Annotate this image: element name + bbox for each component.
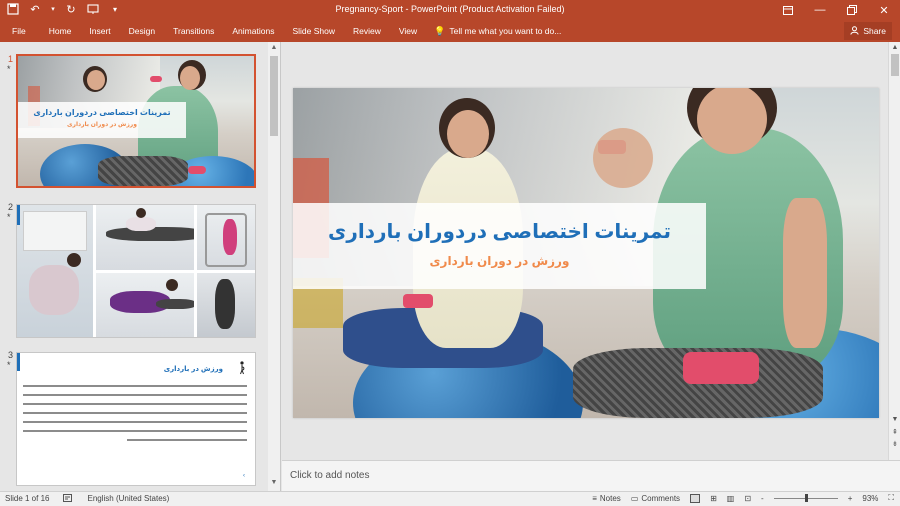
tab-file[interactable]: File bbox=[0, 20, 40, 42]
notes-toggle-button[interactable]: ≡ Notes bbox=[592, 494, 621, 503]
thumb-animation-star: * bbox=[7, 212, 11, 222]
notes-pane[interactable]: Click to add notes bbox=[282, 460, 900, 491]
next-slide-icon[interactable]: ⇟ bbox=[889, 440, 900, 448]
tell-me-search[interactable]: 💡 Tell me what you want to do... bbox=[426, 20, 570, 42]
notes-icon: ≡ bbox=[592, 493, 597, 503]
exercise-collage bbox=[17, 205, 255, 337]
comments-toggle-button[interactable]: ▭ Comments bbox=[631, 494, 680, 503]
status-bar: Slide 1 of 16 English (United States) ≡ … bbox=[0, 491, 900, 506]
ribbon-display-options-icon[interactable] bbox=[772, 0, 804, 20]
scroll-down-icon[interactable]: ▼ bbox=[268, 477, 280, 489]
zoom-slider[interactable] bbox=[773, 493, 838, 503]
scroll-up-icon[interactable]: ▲ bbox=[889, 44, 900, 51]
tab-design[interactable]: Design bbox=[120, 20, 164, 42]
tab-insert[interactable]: Insert bbox=[80, 20, 119, 42]
thumb-subtitle: ورزش در دوران بارداری bbox=[67, 122, 137, 128]
tell-me-label: Tell me what you want to do... bbox=[449, 26, 562, 36]
scrollbar-thumb[interactable] bbox=[270, 56, 278, 136]
slide-editing-area: تمرینات اختصاصی دردوران بارداری ورزش در … bbox=[282, 42, 888, 460]
slide-thumbnail-pane: 1 * تمرینات اختصاصی دردوران بارداری ورزش… bbox=[0, 42, 281, 491]
slide3-heading: ورزش در بارداری bbox=[163, 366, 223, 373]
proofing-icon bbox=[63, 494, 73, 502]
tab-slide-show[interactable]: Slide Show bbox=[283, 20, 344, 42]
ribbon: File Home Insert Design Transitions Anim… bbox=[0, 20, 900, 42]
thumb-animation-star: * bbox=[7, 360, 11, 370]
zoom-out-button[interactable]: - bbox=[761, 494, 764, 503]
slide-subtitle[interactable]: ورزش در دوران بارداری bbox=[293, 254, 706, 268]
tab-view[interactable]: View bbox=[390, 20, 426, 42]
tab-animations[interactable]: Animations bbox=[223, 20, 283, 42]
comment-icon: ▭ bbox=[630, 493, 639, 503]
next-arrow-icon: › bbox=[243, 473, 245, 479]
tab-review[interactable]: Review bbox=[344, 20, 390, 42]
zoom-level[interactable]: 93% bbox=[862, 494, 878, 503]
restore-icon[interactable] bbox=[836, 0, 868, 20]
comments-label: Comments bbox=[641, 493, 681, 503]
reading-view-icon[interactable]: ▥ bbox=[727, 494, 735, 503]
notes-label: Notes bbox=[599, 493, 621, 503]
thumb-title-box: تمرینات اختصاصی دردوران بارداری ورزش در … bbox=[18, 102, 186, 138]
scroll-up-icon[interactable]: ▲ bbox=[268, 42, 280, 54]
window-title: Pregnancy-Sport - PowerPoint (Product Ac… bbox=[335, 4, 565, 14]
person-icon bbox=[850, 25, 859, 37]
tab-home[interactable]: Home bbox=[40, 20, 81, 42]
normal-view-icon[interactable] bbox=[690, 493, 701, 503]
thumb-number: 2 bbox=[8, 202, 14, 212]
close-icon[interactable]: ✕ bbox=[868, 0, 900, 20]
thumb-animation-star: * bbox=[7, 64, 11, 74]
spelling-check-button[interactable] bbox=[63, 494, 73, 503]
tab-transitions[interactable]: Transitions bbox=[164, 20, 223, 42]
slide-title[interactable]: تمرینات اختصاصی دردوران بارداری bbox=[293, 219, 706, 244]
share-label: Share bbox=[863, 26, 886, 36]
slide-thumbnail-1[interactable]: تمرینات اختصاصی دردوران بارداری ورزش در … bbox=[16, 54, 256, 188]
share-button[interactable]: Share bbox=[844, 22, 892, 40]
scrollbar-thumb[interactable] bbox=[891, 54, 899, 76]
slide-counter: Slide 1 of 16 bbox=[5, 494, 50, 503]
main-slide[interactable]: تمرینات اختصاصی دردوران بارداری ورزش در … bbox=[293, 88, 879, 418]
fit-slide-icon[interactable]: ⛶ bbox=[888, 493, 894, 503]
ribbon-tabs: File Home Insert Design Transitions Anim… bbox=[0, 20, 570, 42]
scroll-down-icon[interactable]: ▼ bbox=[889, 416, 900, 423]
slide-title-box[interactable]: تمرینات اختصاصی دردوران بارداری ورزش در … bbox=[293, 203, 706, 289]
window-controls: — ✕ bbox=[772, 0, 900, 20]
notes-placeholder[interactable]: Click to add notes bbox=[290, 470, 370, 481]
zoom-in-button[interactable]: + bbox=[848, 494, 853, 503]
thumbnail-scrollbar[interactable]: ▲ ▼ bbox=[268, 42, 280, 491]
previous-slide-icon[interactable]: ⇞ bbox=[889, 428, 900, 436]
language-indicator[interactable]: English (United States) bbox=[87, 494, 169, 503]
lightbulb-icon: 💡 bbox=[434, 26, 446, 36]
minimize-icon[interactable]: — bbox=[804, 0, 836, 20]
slide-sorter-icon[interactable]: ⊞ bbox=[710, 494, 717, 503]
slide-thumbnail-3[interactable]: ورزش در بارداری › bbox=[16, 352, 256, 486]
text-slide: ورزش در بارداری › bbox=[17, 353, 255, 485]
thumb-number: 3 bbox=[8, 350, 14, 360]
slide-thumbnail-2[interactable] bbox=[16, 204, 256, 338]
thumb-number: 1 bbox=[8, 54, 14, 64]
title-bar: ↶ ▾ ↻ ▾ Pregnancy-Sport - PowerPoint (Pr… bbox=[0, 0, 900, 20]
pregnant-figure-icon bbox=[240, 361, 245, 375]
thumb-title: تمرینات اختصاصی دردوران بارداری bbox=[33, 108, 171, 117]
slide-scrollbar[interactable]: ▲ ▼ ⇞ ⇟ bbox=[888, 42, 900, 460]
slideshow-view-icon[interactable]: ⊡ bbox=[744, 494, 751, 503]
